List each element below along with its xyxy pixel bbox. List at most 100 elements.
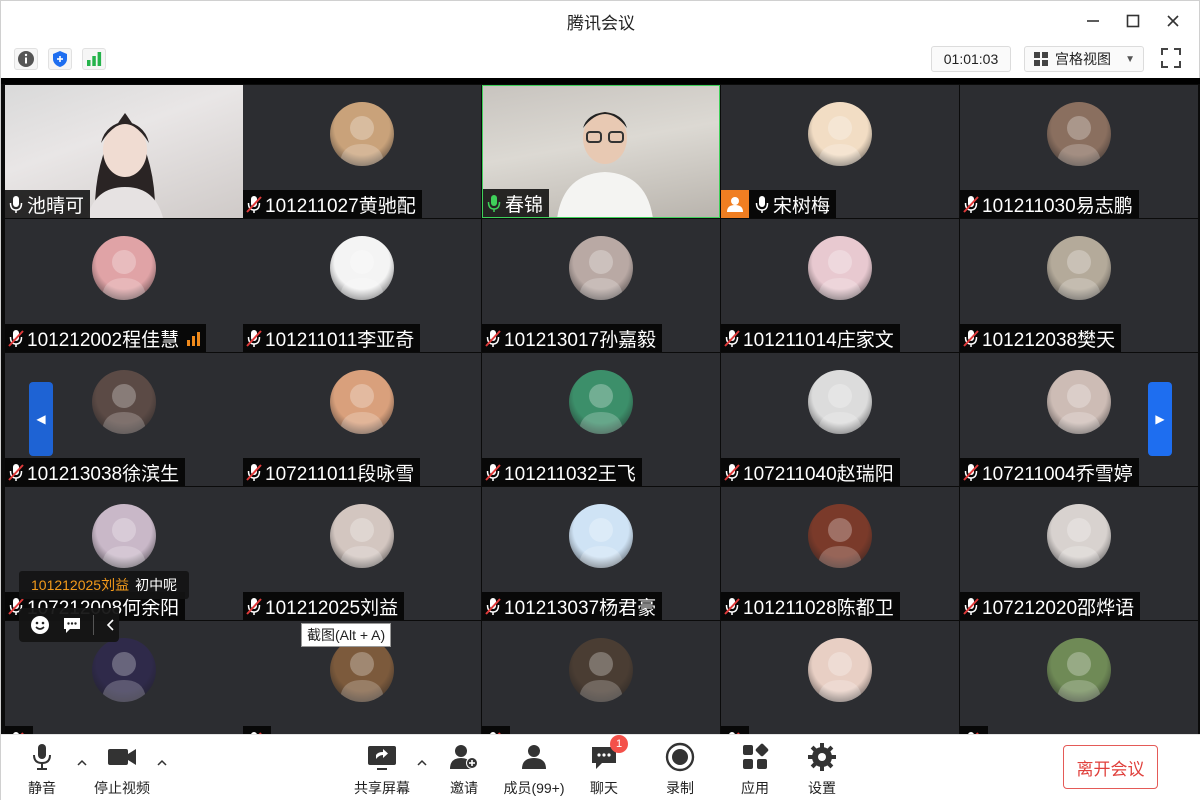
minimize-button[interactable] xyxy=(1073,1,1113,41)
settings-label: 设置 xyxy=(808,780,836,796)
chat-bubble-icon xyxy=(64,618,80,633)
avatar xyxy=(808,370,872,434)
members-button[interactable]: 成员(99+) xyxy=(501,741,567,798)
participant-name-bar: 107211011段咏雪 xyxy=(243,458,421,486)
mute-button[interactable]: 静音 xyxy=(9,741,75,798)
window-title: 腾讯会议 xyxy=(567,13,635,33)
maximize-button[interactable] xyxy=(1113,1,1153,41)
participant-tile[interactable]: 春锦 xyxy=(482,85,720,218)
grid-top-border xyxy=(1,78,1200,84)
avatar xyxy=(1047,236,1111,300)
stop-video-button[interactable]: 停止视频 xyxy=(89,741,155,798)
avatar xyxy=(92,236,156,300)
participant-tile[interactable] xyxy=(960,621,1198,734)
audio-options-button[interactable] xyxy=(74,755,90,771)
participant-tile[interactable] xyxy=(482,621,720,734)
smiley-icon xyxy=(31,616,49,634)
fullscreen-button[interactable] xyxy=(1159,46,1183,70)
avatar xyxy=(808,638,872,702)
apps-button[interactable]: 应用 xyxy=(722,741,788,798)
share-options-button[interactable] xyxy=(414,755,430,771)
prev-page-button[interactable]: ◀ xyxy=(29,382,53,456)
share-screen-button[interactable]: 共享屏幕 xyxy=(349,741,415,798)
participant-tile[interactable]: 101211027黄驰配 xyxy=(243,85,481,218)
leave-meeting-button[interactable]: 离开会议 xyxy=(1063,745,1158,789)
participant-tile[interactable]: 107212008何余阳 xyxy=(5,487,243,620)
next-page-button[interactable]: ▶ xyxy=(1148,382,1172,456)
avatar xyxy=(569,504,633,568)
quick-chat-button[interactable] xyxy=(61,614,83,636)
screenshot-tooltip: 截图(Alt + A) xyxy=(301,623,392,647)
participant-tile[interactable]: 宋树梅 xyxy=(721,85,959,218)
participant-name: 101211032王飞 xyxy=(504,463,636,485)
participant-tile[interactable]: 101211014庄家文 xyxy=(721,219,959,352)
participant-tile[interactable]: 池晴可 xyxy=(5,85,243,218)
participant-name-bar: 107212020邵烨语 xyxy=(960,592,1141,620)
network-button[interactable] xyxy=(82,48,106,70)
avatar xyxy=(808,236,872,300)
avatar xyxy=(808,102,872,166)
participant-name: 101213038徐滨生 xyxy=(27,463,180,485)
apps-icon xyxy=(739,741,771,773)
close-icon xyxy=(1167,15,1179,27)
participant-name-bar: 101211011李亚奇 xyxy=(243,324,421,352)
participant-name: 101212025刘益 xyxy=(265,597,399,619)
microphone-icon xyxy=(753,194,771,214)
video-options-button[interactable] xyxy=(154,755,170,771)
chat-button[interactable]: 1 聊天 xyxy=(571,735,637,798)
chevron-up-icon xyxy=(417,759,427,766)
mic-muted-icon xyxy=(962,194,980,214)
participant-tile[interactable]: 101211028陈都卫 xyxy=(721,487,959,620)
participant-tile[interactable] xyxy=(721,621,959,734)
participant-name: 107211040赵瑞阳 xyxy=(743,463,894,485)
security-button[interactable] xyxy=(48,48,72,70)
participant-tile[interactable]: 101212038樊天 xyxy=(960,219,1198,352)
avatar xyxy=(330,236,394,300)
avatar xyxy=(330,370,394,434)
video-camera-icon xyxy=(106,741,138,773)
participant-name-bar: 101212002程佳慧 xyxy=(5,324,207,352)
participant-name: 101211030易志鹏 xyxy=(982,195,1133,217)
participant-tile[interactable]: 101212002程佳慧 xyxy=(5,219,243,352)
emoji-button[interactable] xyxy=(29,614,51,636)
bottom-control-bar: 静音 停止视频 共享屏幕 邀请 成员(99+) 1 聊天 录制 应用 设置 离开… xyxy=(1,734,1200,800)
record-button[interactable]: 录制 xyxy=(647,741,713,798)
add-user-icon xyxy=(448,741,480,773)
participant-tile[interactable]: 101211032王飞 xyxy=(482,353,720,486)
window-controls xyxy=(1073,1,1193,41)
avatar xyxy=(569,370,633,434)
participant-name-bar xyxy=(960,726,988,734)
mic-muted-icon xyxy=(245,194,263,214)
close-button[interactable] xyxy=(1153,1,1193,41)
microphone-icon xyxy=(7,194,25,214)
mic-muted-icon xyxy=(245,462,263,482)
participant-tile[interactable]: 101212025刘益 xyxy=(243,487,481,620)
view-selector[interactable]: 宫格视图 ▼ xyxy=(1024,46,1144,72)
invite-button[interactable]: 邀请 xyxy=(431,741,497,798)
collapse-reactions-button[interactable] xyxy=(104,614,119,636)
info-button[interactable] xyxy=(14,48,38,70)
chat-popup[interactable]: 101212025刘益 初中呢 xyxy=(19,571,190,599)
record-label: 录制 xyxy=(666,780,694,796)
participant-name-bar: 101211028陈都卫 xyxy=(721,592,900,620)
participant-name: 宋树梅 xyxy=(773,195,831,217)
participant-name-bar xyxy=(482,726,510,734)
participant-tile[interactable]: 101213017孙嘉毅 xyxy=(482,219,720,352)
settings-button[interactable]: 设置 xyxy=(789,741,855,798)
avatar xyxy=(92,638,156,702)
participant-name: 107211004乔雪婷 xyxy=(982,463,1133,485)
participant-tile[interactable]: 107211011段咏雪 xyxy=(243,353,481,486)
invite-label: 邀请 xyxy=(450,780,478,796)
participant-tile[interactable]: 107212020邵烨语 xyxy=(960,487,1198,620)
participant-tile[interactable]: 101211030易志鹏 xyxy=(960,85,1198,218)
participant-tile[interactable]: 101213037杨君豪 xyxy=(482,487,720,620)
participant-tile[interactable]: 101211011李亚奇 xyxy=(243,219,481,352)
participant-name: 101213037杨君豪 xyxy=(504,597,657,619)
participant-name-bar: 101211030易志鹏 xyxy=(960,190,1139,218)
chat-label: 聊天 xyxy=(590,780,618,796)
grid-view-icon xyxy=(1034,52,1048,66)
participant-name-bar: 101212025刘益 xyxy=(243,592,405,620)
gear-icon xyxy=(806,741,838,773)
mute-label: 静音 xyxy=(28,780,56,796)
participant-tile[interactable]: 107211040赵瑞阳 xyxy=(721,353,959,486)
